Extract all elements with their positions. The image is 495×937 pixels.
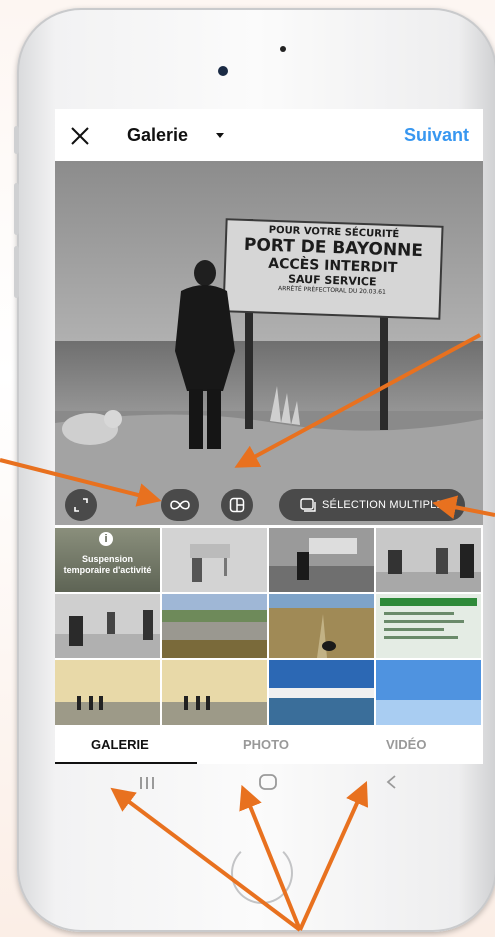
annotation-arrow (234, 333, 481, 468)
annotation-arrows (0, 333, 495, 932)
annotation-arrow (298, 781, 369, 931)
annotation-arrow (0, 458, 162, 507)
annotation-arrow (432, 495, 495, 520)
annotation-arrow-group (0, 333, 495, 932)
